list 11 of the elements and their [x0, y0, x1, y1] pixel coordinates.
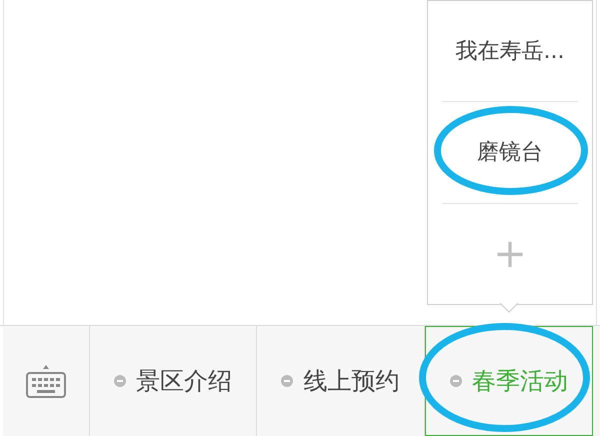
menu-label: 线上预约 [303, 366, 400, 397]
keyboard-icon[interactable] [26, 363, 66, 399]
menu-dot-icon [450, 375, 462, 387]
menu-label: 春季活动 [472, 366, 568, 397]
menu-tab[interactable]: 线上预约 [257, 326, 425, 436]
submenu-item[interactable]: 我在寿岳... [456, 34, 564, 68]
submenu-item[interactable]: 磨镜台 [477, 136, 543, 169]
menu-label: 景区介绍 [136, 366, 232, 397]
menu-dot-icon [114, 375, 126, 387]
menu-tab[interactable]: 景区介绍 [90, 326, 258, 436]
menu-dot-icon [281, 375, 294, 387]
